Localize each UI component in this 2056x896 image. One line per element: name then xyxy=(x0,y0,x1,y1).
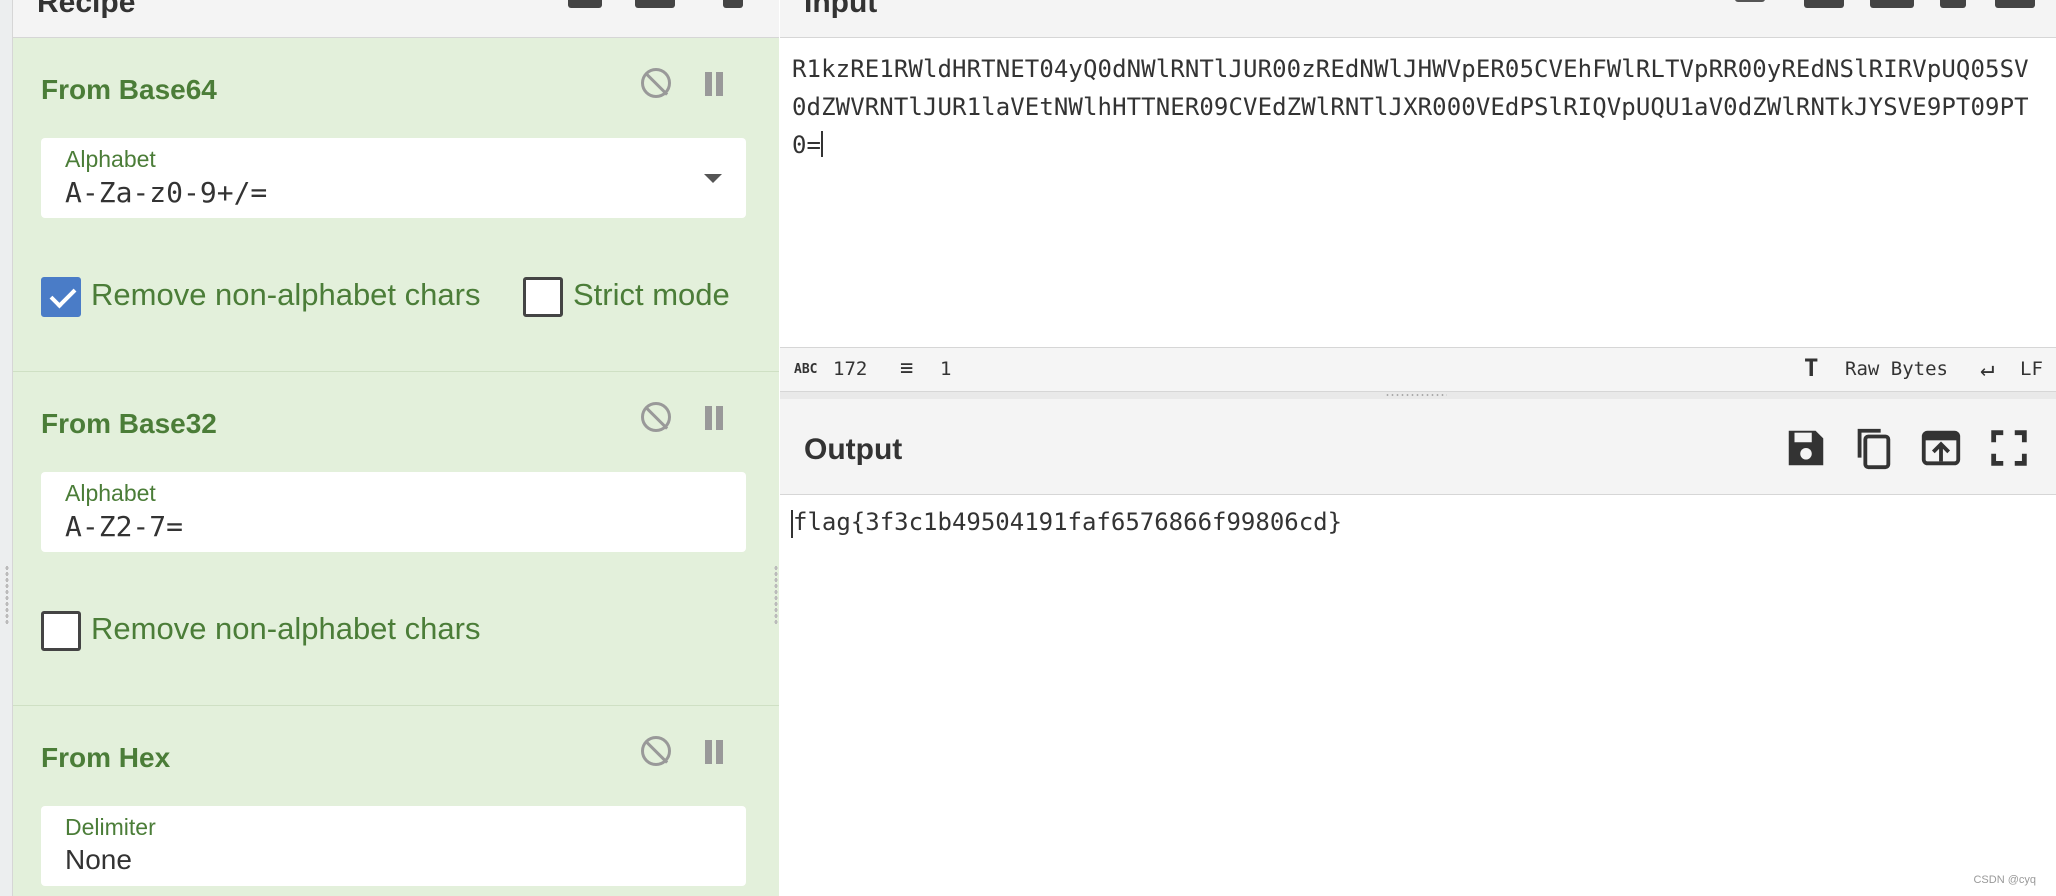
operation-title: From Base32 xyxy=(41,408,217,439)
gutter-resize-handle[interactable] xyxy=(5,565,9,625)
eol-icon[interactable]: ↵ xyxy=(1980,354,1994,382)
remove-non-alphabet-checkbox[interactable] xyxy=(41,611,81,651)
operations-gutter xyxy=(0,0,13,896)
disable-icon[interactable] xyxy=(641,736,671,766)
field-value: None xyxy=(65,844,132,875)
field-value: A-Za-z0-9+/= xyxy=(65,176,268,209)
pause-icon[interactable] xyxy=(703,740,725,764)
alphabet-field[interactable]: Alphabet A-Z2-7= xyxy=(41,472,746,552)
input-lines: 1 xyxy=(940,358,952,380)
dropdown-icon[interactable] xyxy=(704,174,722,183)
recipe-header: Recipe xyxy=(13,0,779,38)
recipe-title: Recipe xyxy=(37,0,136,19)
remove-non-alphabet-checkbox[interactable] xyxy=(41,277,81,317)
save-icon[interactable] xyxy=(1783,425,1829,471)
pane-divider[interactable] xyxy=(780,391,2056,399)
operation-title: From Base64 xyxy=(41,74,217,105)
disable-icon[interactable] xyxy=(641,402,671,432)
font-icon[interactable]: T xyxy=(1804,354,1818,382)
input-length: 172 xyxy=(833,358,868,380)
input-textarea[interactable]: R1kzRE1RWldHRTNET04yQ0dNWlRNTlJUR00zREdN… xyxy=(792,50,2042,164)
output-title: Output xyxy=(804,433,903,466)
clear-recipe-icon[interactable] xyxy=(723,0,743,8)
text-caret xyxy=(821,131,824,157)
disable-icon[interactable] xyxy=(641,68,671,98)
input-pane: Input R1kzRE1RWldHRTNET04yQ0dNWlRNTlJUR0… xyxy=(780,0,2056,392)
operation-title: From Hex xyxy=(41,742,171,773)
operation-from-base32[interactable]: From Base32 Alphabet A-Z2-7= Remove non-… xyxy=(13,372,779,706)
output-text[interactable]: flag{3f3c1b49504191faf6576866f99806cd} xyxy=(793,508,1342,536)
checkbox-label: Remove non-alphabet chars xyxy=(91,611,481,646)
open-folder-icon[interactable] xyxy=(1804,0,1844,8)
input-header: Input xyxy=(780,0,2056,38)
field-value: A-Z2-7= xyxy=(65,510,184,543)
save-recipe-icon[interactable] xyxy=(568,0,602,8)
operation-from-base64[interactable]: From Base64 Alphabet A-Za-z0-9+/= Remove… xyxy=(13,38,779,372)
output-header: Output xyxy=(780,399,2056,495)
alphabet-field[interactable]: Alphabet A-Za-z0-9+/= xyxy=(41,138,746,218)
replace-input-icon[interactable] xyxy=(1918,425,1964,471)
input-status-bar: ABC 172 ≡ 1 T Raw Bytes ↵ LF xyxy=(780,347,2056,391)
checkbox-label: Strict mode xyxy=(573,277,730,312)
reset-layout-icon[interactable] xyxy=(1995,0,2035,8)
field-label: Alphabet xyxy=(65,480,156,506)
input-title: Input xyxy=(804,0,878,19)
eol[interactable]: LF xyxy=(2020,358,2043,380)
watermark: CSDN @cyq xyxy=(1973,874,2036,886)
copy-icon[interactable] xyxy=(1850,425,1896,471)
column-resize-handle[interactable] xyxy=(774,565,778,625)
encoding[interactable]: Raw Bytes xyxy=(1845,358,1948,380)
maximize-icon[interactable] xyxy=(1986,425,2032,471)
add-input-icon[interactable] xyxy=(1735,0,1765,2)
load-recipe-icon[interactable] xyxy=(635,0,675,8)
recipe-panel: Recipe From Base64 Alphabet A-Za-z0-9+/=… xyxy=(0,0,779,896)
pause-icon[interactable] xyxy=(703,406,725,430)
lines-icon: ≡ xyxy=(900,356,914,381)
field-label: Delimiter xyxy=(65,814,156,840)
delimiter-field[interactable]: Delimiter None xyxy=(41,806,746,886)
input-text: R1kzRE1RWldHRTNET04yQ0dNWlRNTlJUR00zREdN… xyxy=(792,55,2029,159)
clear-input-icon[interactable] xyxy=(1940,0,1966,8)
checkbox-label: Remove non-alphabet chars xyxy=(91,277,481,312)
text-length-icon: ABC xyxy=(794,362,818,377)
divider-grip-icon[interactable] xyxy=(1385,393,1447,397)
strict-mode-checkbox[interactable] xyxy=(523,277,563,317)
operation-from-hex[interactable]: From Hex Delimiter None xyxy=(13,706,779,896)
field-label: Alphabet xyxy=(65,146,156,172)
open-file-icon[interactable] xyxy=(1870,0,1914,8)
pause-icon[interactable] xyxy=(703,72,725,96)
